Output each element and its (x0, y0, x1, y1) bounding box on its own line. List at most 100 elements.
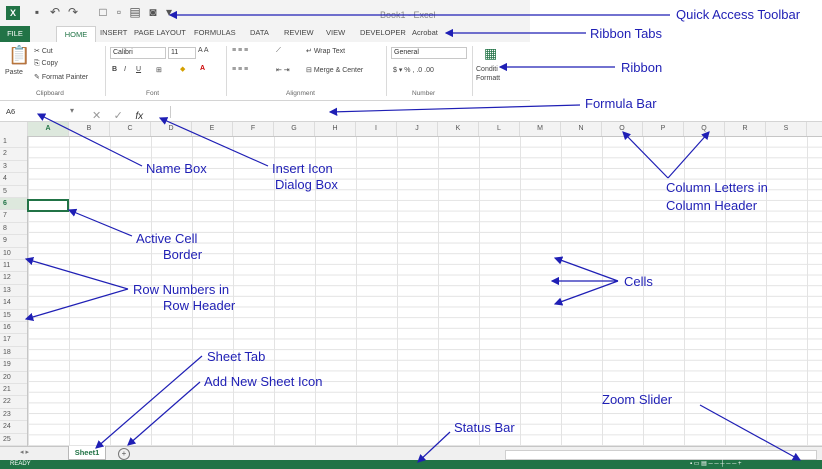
row-header-21[interactable]: 21 (0, 384, 27, 397)
number-format-icons[interactable]: $ ▾ % , .0 .00 (393, 66, 434, 74)
tab-home[interactable]: HOME (56, 26, 96, 43)
format-painter-button[interactable]: ✎ Format Painter (34, 73, 88, 81)
tab-insert[interactable]: INSERT (100, 28, 127, 37)
row-header-14[interactable]: 14 (0, 297, 27, 310)
row-header-11[interactable]: 11 (0, 260, 27, 273)
align-top-icons[interactable]: ≡ ≡ ≡ (232, 47, 248, 54)
tab-data[interactable]: DATA (250, 28, 269, 37)
tab-developer[interactable]: DEVELOPER (360, 28, 406, 37)
column-header-m[interactable]: M (520, 122, 561, 136)
redo-icon[interactable]: ↷ (66, 5, 80, 19)
underline-icon[interactable]: U (136, 66, 141, 73)
row-header-7[interactable]: 7 (0, 210, 27, 223)
column-header-n[interactable]: N (561, 122, 602, 136)
grow-shrink-font-icon[interactable]: A A (198, 47, 209, 54)
column-header-e[interactable]: E (192, 122, 233, 136)
tab-formulas[interactable]: FORMULAS (194, 28, 236, 37)
italic-icon[interactable]: I (124, 66, 126, 73)
tab-page-layout[interactable]: PAGE LAYOUT (134, 28, 186, 37)
row-header-20[interactable]: 20 (0, 372, 27, 384)
row-header-1[interactable]: 1 (0, 136, 27, 149)
orientation-icon[interactable]: ⟋ (276, 47, 281, 55)
row-header-23[interactable]: 23 (0, 409, 27, 422)
row-header-6[interactable]: 6 (0, 198, 27, 211)
copy-button[interactable]: ⎘ Copy (34, 60, 58, 68)
indent-icons[interactable]: ⇤ ⇥ (276, 66, 290, 74)
column-header-q[interactable]: Q (684, 122, 725, 136)
column-header-j[interactable]: J (397, 122, 438, 136)
column-header-l[interactable]: L (479, 122, 520, 136)
row-header-3[interactable]: 3 (0, 161, 27, 174)
row-header-13[interactable]: 13 (0, 285, 27, 298)
wrap-text-button[interactable]: ↵ Wrap Text (306, 47, 345, 55)
add-sheet-icon[interactable]: + (118, 448, 130, 460)
name-box[interactable]: A6 (6, 107, 66, 118)
zoom-slider[interactable]: ▪ ▭ ▤ ─ ─ ┼ ─ ─ + (690, 460, 742, 469)
column-header-i[interactable]: I (356, 122, 397, 136)
horizontal-scrollbar[interactable] (505, 450, 817, 460)
number-format-select[interactable]: General (391, 47, 467, 59)
column-header-s[interactable]: S (766, 122, 807, 136)
column-header-h[interactable]: H (315, 122, 356, 136)
paste-button[interactable]: Paste (5, 69, 23, 76)
formula-input[interactable] (170, 106, 811, 118)
row-header-15[interactable]: 15 (0, 310, 27, 322)
column-header-b[interactable]: B (69, 122, 110, 136)
font-color-icon[interactable]: A (200, 65, 205, 72)
column-header-o[interactable]: O (602, 122, 643, 136)
column-header-c[interactable]: C (110, 122, 151, 136)
fill-color-icon[interactable]: ◆ (180, 65, 185, 73)
row-header-17[interactable]: 17 (0, 334, 27, 347)
row-header-4[interactable]: 4 (0, 173, 27, 186)
print-preview-icon[interactable]: ▫ (112, 5, 126, 19)
column-header-p[interactable]: P (643, 122, 684, 136)
undo-icon[interactable]: ↶ (48, 5, 62, 19)
cut-button[interactable]: ✂ Cut (34, 47, 53, 55)
sheet-tab[interactable]: Sheet1 (68, 446, 106, 460)
column-header-a[interactable]: A (28, 122, 69, 136)
column-header-d[interactable]: D (151, 122, 192, 136)
paste-icon[interactable]: 📋 (8, 45, 30, 66)
borders-icon[interactable]: ⊞ (156, 66, 162, 74)
enter-icon[interactable]: ✓ (114, 110, 123, 122)
column-header-r[interactable]: R (725, 122, 766, 136)
row-header-19[interactable]: 19 (0, 359, 27, 372)
row-header-24[interactable]: 24 (0, 421, 27, 434)
insert-function-icon[interactable]: fx (135, 111, 143, 122)
save-icon[interactable]: ▪ (30, 5, 44, 19)
conditional-formatting-button[interactable]: Conditi (476, 66, 498, 73)
select-all-corner[interactable] (0, 122, 28, 136)
active-cell[interactable] (27, 199, 69, 213)
conditional-formatting-icon[interactable]: ▦ (484, 45, 497, 62)
name-box-dropdown-icon[interactable]: ▾ (70, 106, 74, 115)
cancel-icon[interactable]: ✕ (92, 110, 101, 122)
bold-icon[interactable]: B (112, 66, 117, 73)
customize-qat-icon[interactable]: ▾ (162, 5, 176, 19)
font-name-select[interactable]: Calibri (110, 47, 166, 59)
new-file-icon[interactable]: □ (96, 5, 110, 19)
font-size-select[interactable]: 11 (168, 47, 196, 59)
row-header-16[interactable]: 16 (0, 322, 27, 335)
row-header-10[interactable]: 10 (0, 248, 27, 260)
align-left-icons[interactable]: ≡ ≡ ≡ (232, 66, 248, 73)
row-header-18[interactable]: 18 (0, 347, 27, 360)
tab-file[interactable]: FILE (0, 26, 30, 42)
row-header-12[interactable]: 12 (0, 272, 27, 285)
row-header-9[interactable]: 9 (0, 235, 27, 248)
merge-center-button[interactable]: ⊟ Merge & Center (306, 66, 363, 74)
row-header-22[interactable]: 22 (0, 396, 27, 409)
form-icon[interactable]: ▤ (128, 5, 142, 19)
row-header-2[interactable]: 2 (0, 148, 27, 161)
camera-icon[interactable]: ◙ (146, 5, 160, 19)
row-header-8[interactable]: 8 (0, 223, 27, 236)
row-header-25[interactable]: 25 (0, 434, 27, 446)
row-header-5[interactable]: 5 (0, 186, 27, 198)
column-header-f[interactable]: F (233, 122, 274, 136)
tab-acrobat[interactable]: Acrobat (412, 28, 438, 37)
column-header-k[interactable]: K (438, 122, 479, 136)
annotation-active-cell-1: Active Cell (136, 231, 198, 246)
column-header-g[interactable]: G (274, 122, 315, 136)
sheet-nav-arrows-icon[interactable]: ◂ ▸ (20, 448, 29, 456)
tab-review[interactable]: REVIEW (284, 28, 314, 37)
tab-view[interactable]: VIEW (326, 28, 345, 37)
